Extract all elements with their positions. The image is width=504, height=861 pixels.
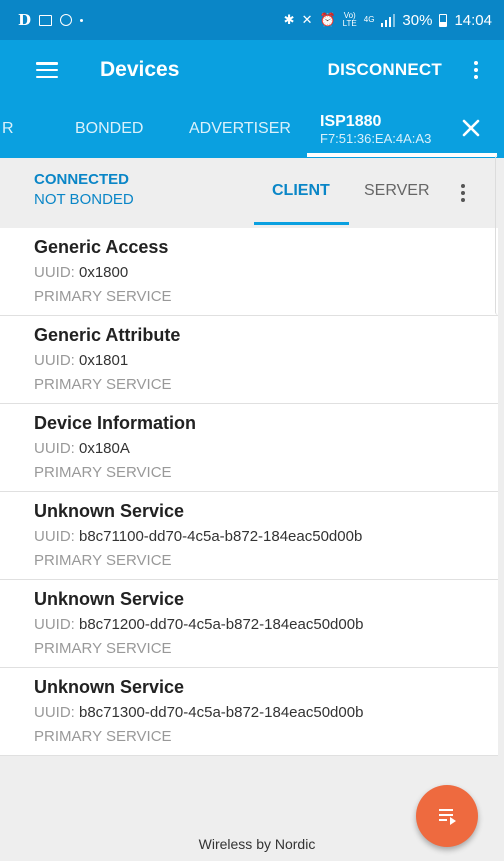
service-type: PRIMARY SERVICE <box>34 288 172 305</box>
service-item[interactable]: Device Information UUID: 0x180A PRIMARY … <box>0 404 498 492</box>
service-item[interactable]: Generic Access UUID: 0x1800 PRIMARY SERV… <box>0 228 498 316</box>
disconnect-button[interactable]: DISCONNECT <box>328 60 442 80</box>
service-name: Generic Attribute <box>34 325 181 345</box>
device-screen: D ✱ ✕ ⏰ Vo) LTE 4G 30% 14:04 Devices DIS… <box>0 0 504 861</box>
service-uuid: UUID: b8c71300-dd70-4c5a-b872-184eac50d0… <box>34 704 364 721</box>
volte-icon: Vo) LTE <box>342 11 357 28</box>
service-item[interactable]: Generic Attribute UUID: 0x1801 PRIMARY S… <box>0 316 498 404</box>
service-uuid: UUID: 0x180A <box>34 440 130 457</box>
overflow-menu-icon[interactable] <box>464 58 488 82</box>
footer-brand: Wireless by Nordic <box>198 836 316 852</box>
network-type-icon: 4G <box>363 15 375 24</box>
panel-overflow-menu-icon[interactable] <box>453 180 473 206</box>
carrier-icon: D <box>18 11 32 29</box>
service-item[interactable]: Unknown Service UUID: b8c71100-dd70-4c5a… <box>0 492 498 580</box>
service-item[interactable]: Unknown Service UUID: b8c71300-dd70-4c5a… <box>0 668 498 756</box>
service-type: PRIMARY SERVICE <box>34 464 172 481</box>
tab-scanner-partial[interactable]: R <box>2 100 14 158</box>
services-list: Generic Access UUID: 0x1800 PRIMARY SERV… <box>0 228 498 756</box>
clock: 14:04 <box>454 11 492 29</box>
app-bar: Devices DISCONNECT <box>0 40 504 100</box>
more-notifications-icon <box>80 18 84 22</box>
client-tab-indicator <box>254 222 349 225</box>
status-bar: D ✱ ✕ ⏰ Vo) LTE 4G 30% 14:04 <box>0 0 504 40</box>
connection-state: CONNECTED <box>34 171 130 188</box>
device-mac-address: F7:51:36:EA:4A:A3 <box>320 130 432 146</box>
signal-icon <box>381 13 396 27</box>
tab-bonded[interactable]: BONDED <box>75 100 143 158</box>
active-tab-indicator <box>307 153 497 157</box>
service-type: PRIMARY SERVICE <box>34 728 172 745</box>
sync-notification-icon <box>60 14 73 26</box>
service-name: Device Information <box>34 413 197 433</box>
tab-advertiser[interactable]: ADVERTISER <box>189 100 291 158</box>
scroll-edge-shadow <box>495 155 502 315</box>
log-list-icon <box>439 809 456 825</box>
device-tabs: R BONDED ADVERTISER ISP1880 F7:51:36:EA:… <box>0 100 504 158</box>
alarm-icon: ⏰ <box>319 12 336 27</box>
image-notification-icon <box>39 14 53 26</box>
service-uuid: UUID: 0x1801 <box>34 352 129 369</box>
bluetooth-icon: ✱ <box>283 12 295 27</box>
service-type: PRIMARY SERVICE <box>34 640 172 657</box>
service-type: PRIMARY SERVICE <box>34 552 172 569</box>
status-right-icons: ✱ ✕ ⏰ Vo) LTE 4G 30% 14:04 <box>284 12 492 29</box>
device-name: ISP1880 <box>320 112 382 130</box>
close-icon[interactable] <box>458 115 484 141</box>
connection-status: CONNECTED NOT BONDED <box>34 170 134 210</box>
service-item[interactable]: Unknown Service UUID: b8c71200-dd70-4c5a… <box>0 580 498 668</box>
hamburger-icon[interactable] <box>36 62 58 78</box>
tab-connected-device[interactable]: ISP1880 F7:51:36:EA:4A:A3 <box>320 100 431 158</box>
service-name: Generic Access <box>34 237 169 257</box>
battery-icon <box>439 13 448 27</box>
bond-state: NOT BONDED <box>34 191 134 208</box>
service-type: PRIMARY SERVICE <box>34 376 172 393</box>
tab-client[interactable]: CLIENT <box>272 182 330 200</box>
service-name: Unknown Service <box>34 677 185 697</box>
battery-percent: 30% <box>402 11 433 29</box>
status-left-icons: D <box>18 11 84 29</box>
service-uuid: UUID: 0x1800 <box>34 264 129 281</box>
service-uuid: UUID: b8c71100-dd70-4c5a-b872-184eac50d0… <box>34 528 363 545</box>
tab-server[interactable]: SERVER <box>364 182 430 200</box>
service-name: Unknown Service <box>34 589 185 609</box>
page-title: Devices <box>100 58 180 81</box>
service-name: Unknown Service <box>34 501 185 521</box>
connection-panel: CONNECTED NOT BONDED CLIENT SERVER <box>0 158 504 228</box>
service-uuid: UUID: b8c71200-dd70-4c5a-b872-184eac50d0… <box>34 616 364 633</box>
mute-icon: ✕ <box>301 12 313 27</box>
